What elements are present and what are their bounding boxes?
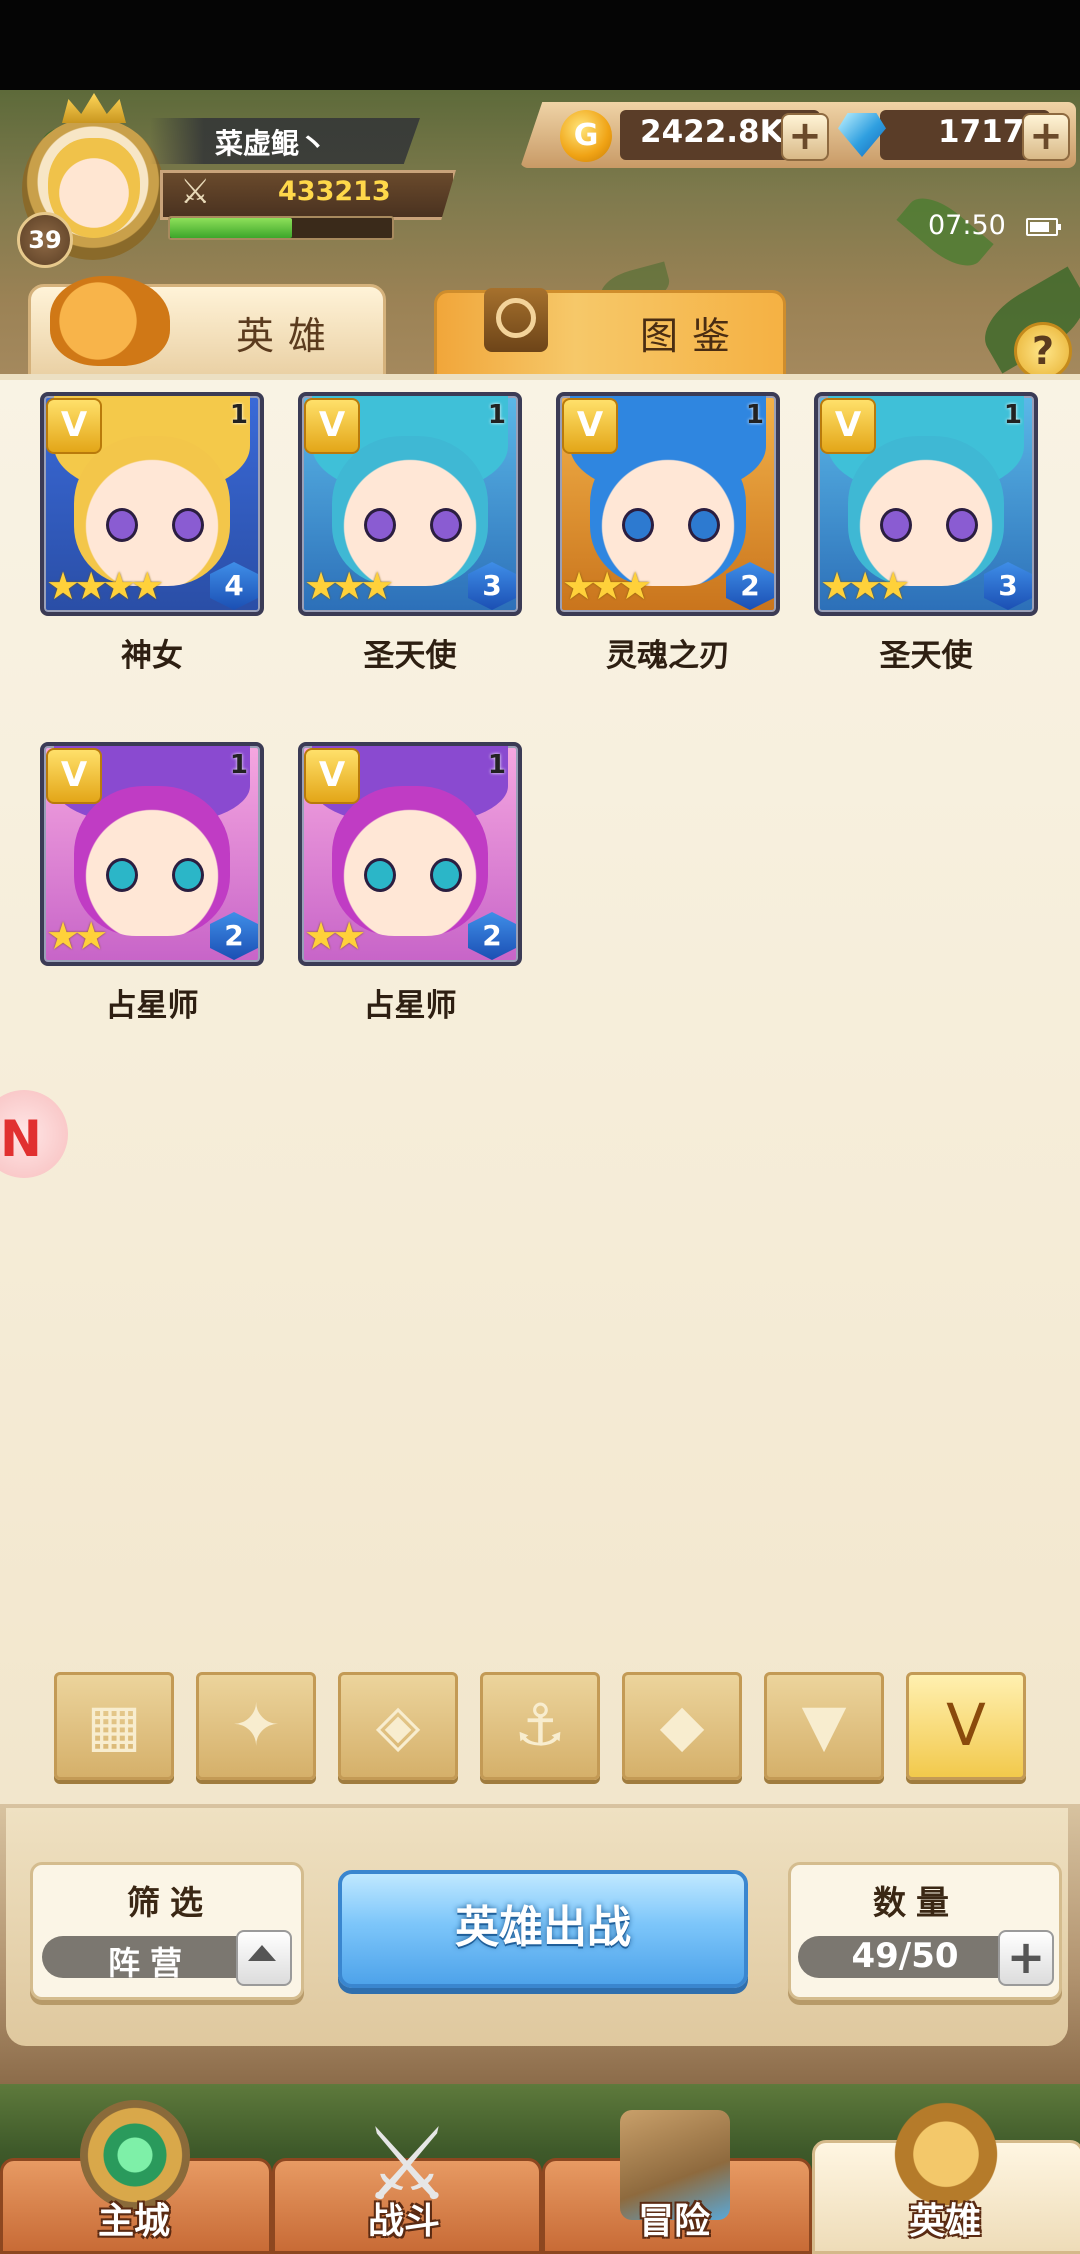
add-gold-button[interactable]: + <box>781 113 829 161</box>
anchor-icon: ⚓ <box>514 1691 566 1759</box>
hero-card-6[interactable]: V 1 ★★ 2 <box>298 742 522 966</box>
star-rating: ★★ <box>46 914 108 958</box>
hero-name: 占星师 <box>363 988 457 1024</box>
nav-adventure-label: 冒险 <box>637 2201 710 2242</box>
expand-capacity-button[interactable]: + <box>998 1930 1054 1986</box>
hero-rank-badge: 3 <box>468 562 516 610</box>
star-rating: ★★★ <box>304 564 394 608</box>
hero-rank-badge: 4 <box>210 562 258 610</box>
hero-count-value: 49/50 <box>851 1936 959 1976</box>
hero-name: 神女 <box>121 638 183 674</box>
faction-badge-icon: V <box>562 398 618 454</box>
exp-bar-fill <box>170 218 293 238</box>
crossed-swords-icon: ⚔ <box>180 172 211 212</box>
knight-helmet-icon <box>50 276 170 366</box>
beast-head-icon: ◆ <box>659 1691 705 1759</box>
hero-rank-badge: 2 <box>468 912 516 960</box>
battery-level-fill <box>1030 222 1050 232</box>
triangle-up-icon <box>248 1945 276 1961</box>
magnifier-lens <box>496 298 536 338</box>
gold-amount: 2422.8K <box>640 114 784 150</box>
hero-level: 1 <box>229 400 248 430</box>
filter-title: 筛选 <box>127 1883 213 1922</box>
battery-icon <box>1026 218 1061 236</box>
diamond-rune-icon: ◈ <box>375 1691 421 1759</box>
deploy-heroes-button[interactable]: 英雄出战 <box>338 1870 748 1988</box>
hero-rank-badge: 2 <box>210 912 258 960</box>
star-rating: ★★★ <box>820 564 910 608</box>
hero-rank-badge: 2 <box>726 562 774 610</box>
filter-faction-6-button[interactable]: V <box>906 1672 1026 1780</box>
tab-heroes-label: 英雄 <box>236 314 341 358</box>
hero-card-4[interactable]: V 1 ★★★ 3 <box>814 392 1038 616</box>
star-rating: ★★ <box>304 914 366 958</box>
leaf-spike-icon: ✦ <box>231 1691 281 1759</box>
player-level-badge: 39 <box>17 212 73 268</box>
hero-name: 灵魂之刃 <box>606 638 730 674</box>
gold-coin-icon: G <box>560 110 612 162</box>
hero-level: 1 <box>745 400 764 430</box>
filter-faction-3-button[interactable]: ⚓ <box>480 1672 600 1780</box>
panel-edge <box>0 374 1080 380</box>
faction-badge-icon: V <box>820 398 876 454</box>
hero-card-1[interactable]: V 1 ★★★★ 4 <box>40 392 264 616</box>
nav-main-city-label: 主城 <box>97 2201 170 2242</box>
filter-faction-1-button[interactable]: ✦ <box>196 1672 316 1780</box>
wing-v-icon: V <box>946 1691 986 1759</box>
count-title: 数量 <box>873 1883 959 1922</box>
nav-heroes-label: 英雄 <box>908 2201 981 2242</box>
filter-all-button[interactable]: ▦ <box>54 1672 174 1780</box>
add-gems-button[interactable]: + <box>1022 113 1070 161</box>
hero-name: 圣天使 <box>363 638 457 674</box>
nav-battle-label: 战斗 <box>367 2201 440 2242</box>
hero-rank-badge: 3 <box>984 562 1032 610</box>
hero-level: 1 <box>487 400 506 430</box>
tab-codex-label: 图鉴 <box>640 314 745 358</box>
hero-name: 圣天使 <box>879 638 973 674</box>
hero-level: 1 <box>1003 400 1022 430</box>
status-strip <box>0 0 1080 90</box>
faction-badge-icon: V <box>46 398 102 454</box>
clock-time: 07:50 <box>928 210 1006 241</box>
faction-badge-icon: V <box>304 398 360 454</box>
star-rating: ★★★★ <box>46 564 164 608</box>
filter-faction-4-button[interactable]: ◆ <box>622 1672 742 1780</box>
hero-name: 占星师 <box>105 988 199 1024</box>
filter-value: 阵营 <box>107 1944 192 1982</box>
star-rating: ★★★ <box>562 564 652 608</box>
exp-bar <box>168 216 394 240</box>
hero-level: 1 <box>487 750 506 780</box>
faction-badge-icon: V <box>304 748 360 804</box>
hero-card-5[interactable]: V 1 ★★ 2 <box>40 742 264 966</box>
faction-badge-icon: V <box>46 748 102 804</box>
horned-demon-icon: ▼ <box>801 1691 847 1759</box>
player-name: 菜虚鲲丶 <box>215 127 328 160</box>
gem-amount: 1717 <box>938 114 1025 150</box>
combat-power: 433213 <box>278 176 391 207</box>
hero-level: 1 <box>229 750 248 780</box>
event-mark-icon: N <box>0 1110 42 1168</box>
help-button[interactable]: ? <box>1014 322 1072 380</box>
grid-all-icon: ▦ <box>86 1691 142 1759</box>
hero-card-3[interactable]: V 1 ★★★ 2 <box>556 392 780 616</box>
filter-faction-5-button[interactable]: ▼ <box>764 1672 884 1780</box>
hero-card-2[interactable]: V 1 ★★★ 3 <box>298 392 522 616</box>
filter-faction-2-button[interactable]: ◈ <box>338 1672 458 1780</box>
